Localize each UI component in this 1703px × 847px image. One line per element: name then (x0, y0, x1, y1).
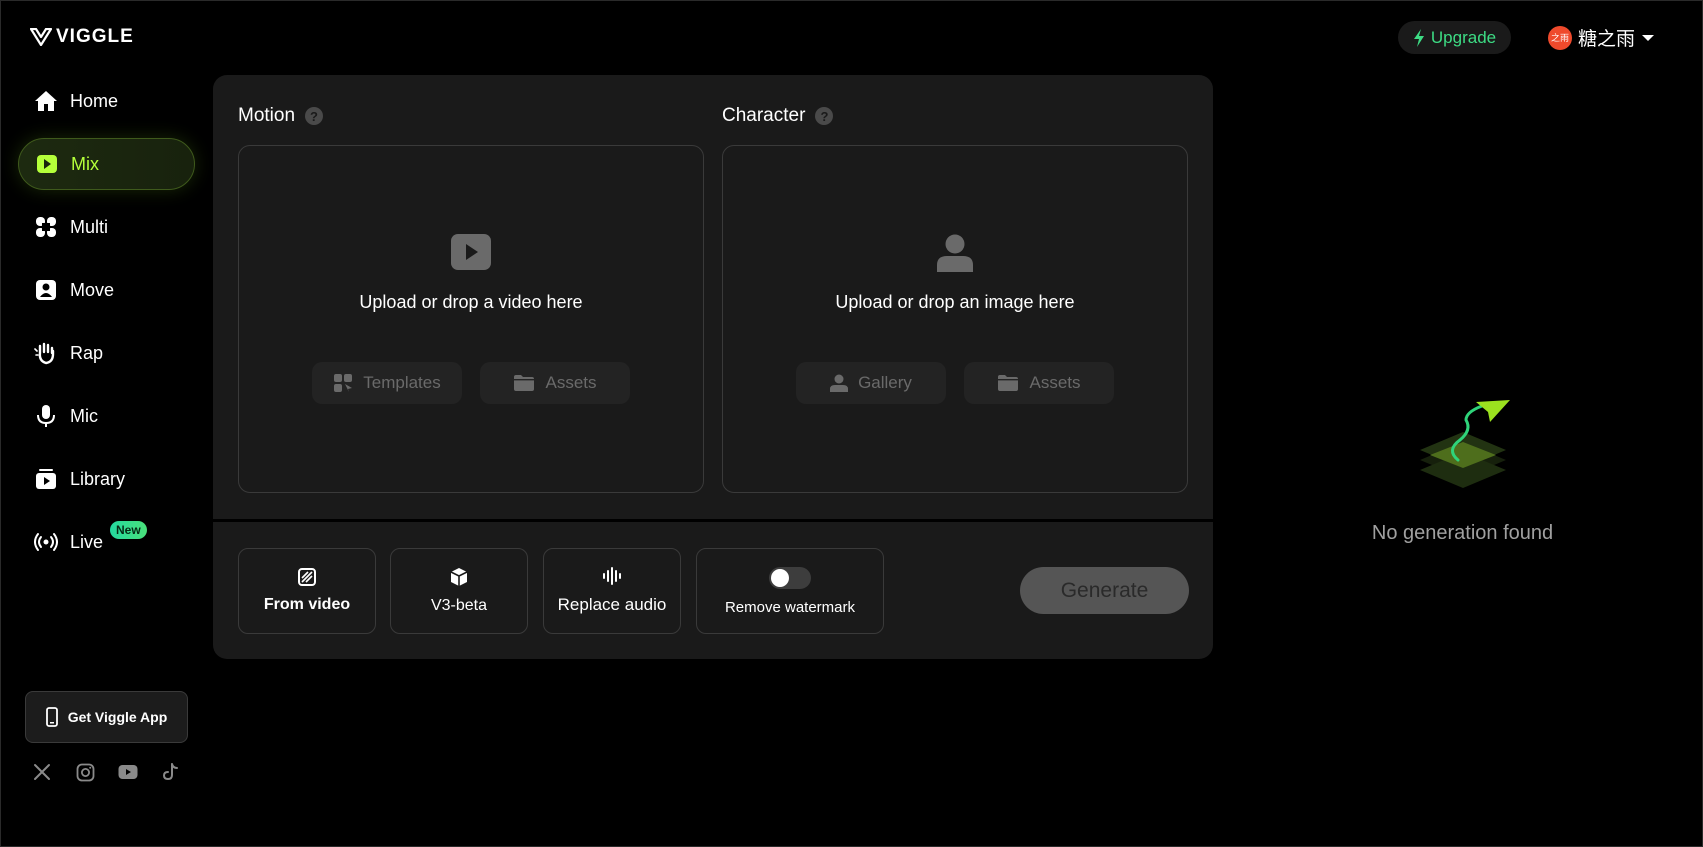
sidebar-item-move[interactable]: Move (18, 264, 195, 316)
sidebar-item-label: Rap (70, 342, 104, 363)
social-links (32, 762, 181, 782)
folder-icon (998, 375, 1019, 391)
play-square-icon (35, 152, 59, 176)
upgrade-button[interactable]: Upgrade (1398, 21, 1511, 54)
brand-name: VIGGLE (56, 26, 134, 47)
sidebar-item-label: Move (70, 279, 115, 300)
character-assets-label: Assets (1029, 373, 1081, 392)
replace-audio-option[interactable]: Replace audio (543, 548, 681, 634)
sidebar-item-label: Live (70, 531, 104, 552)
sidebar-item-label: Mix (71, 153, 99, 174)
tiktok-icon[interactable] (161, 762, 181, 782)
remove-watermark-label: Remove watermark (724, 598, 856, 616)
gallery-button[interactable]: Gallery (796, 362, 946, 404)
viggle-logo[interactable]: VIGGLE (30, 26, 134, 48)
folder-icon (514, 375, 535, 391)
sidebar-item-live[interactable]: Live New (18, 516, 195, 568)
character-upload-text: Upload or drop an image here (835, 292, 1075, 312)
no-generation-text: No generation found (1371, 522, 1554, 544)
user-name: 糖之雨 (1578, 29, 1636, 50)
generate-button[interactable]: Generate (1020, 567, 1189, 614)
motion-help-icon[interactable]: ? (305, 107, 324, 125)
motion-assets-button[interactable]: Assets (480, 362, 630, 404)
character-title: Character ? (722, 105, 834, 127)
mix-panel: Motion ? Character ? Upload or drop a vi… (213, 75, 1213, 659)
motion-dropzone[interactable]: Upload or drop a video here Templates As… (238, 145, 704, 493)
character-assets-button[interactable]: Assets (964, 362, 1114, 404)
library-icon (34, 467, 58, 491)
sidebar-item-label: Mic (70, 405, 98, 426)
character-help-icon[interactable]: ? (815, 107, 834, 125)
hatch-square-icon (298, 568, 316, 586)
from-video-option[interactable]: From video (238, 548, 376, 634)
empty-layers-icon (1419, 400, 1510, 488)
sidebar-nav: Home Mix Multi Move Rap Mic Library Live… (18, 75, 195, 579)
new-badge: New (110, 521, 147, 539)
get-app-button[interactable]: Get Viggle App (25, 691, 188, 743)
templates-label: Templates (363, 373, 441, 392)
sidebar-item-home[interactable]: Home (18, 75, 195, 127)
sidebar-item-mic[interactable]: Mic (18, 390, 195, 442)
templates-icon (334, 374, 353, 392)
lightning-icon (1413, 28, 1424, 47)
sidebar-item-label: Home (70, 90, 119, 111)
upgrade-label: Upgrade (1430, 27, 1497, 47)
broadcast-icon (34, 530, 58, 554)
waveform-icon (603, 567, 621, 585)
caret-down-icon (1642, 34, 1655, 41)
motion-upload-text: Upload or drop a video here (359, 292, 583, 312)
video-upload-icon (451, 234, 491, 275)
templates-button[interactable]: Templates (312, 362, 462, 404)
character-dropzone[interactable]: Upload or drop an image here Gallery Ass… (722, 145, 1188, 493)
motion-assets-label: Assets (545, 373, 597, 392)
remove-watermark-toggle[interactable] (769, 566, 811, 589)
cube-icon (450, 568, 468, 586)
mic-icon (34, 404, 58, 428)
hand-icon (34, 341, 58, 365)
v3-beta-label: V3-beta (430, 597, 488, 614)
person-upload-icon (937, 234, 973, 277)
from-video-label: From video (263, 596, 351, 613)
phone-icon (45, 707, 58, 727)
sidebar-item-label: Library (70, 468, 126, 489)
person-square-icon (34, 278, 58, 302)
viggle-v-icon (30, 28, 52, 46)
v3-beta-option[interactable]: V3-beta (390, 548, 528, 634)
gallery-label: Gallery (858, 373, 912, 392)
sidebar-item-rap[interactable]: Rap (18, 327, 195, 379)
avatar: 之雨 (1548, 25, 1572, 50)
youtube-icon[interactable] (118, 762, 138, 782)
user-menu[interactable]: 之雨 糖之雨 (1548, 24, 1655, 51)
multi-icon (34, 215, 58, 239)
motion-title: Motion ? (238, 105, 324, 127)
home-icon (34, 89, 58, 113)
instagram-icon[interactable] (75, 762, 95, 782)
sidebar-item-mix[interactable]: Mix (18, 138, 195, 190)
x-icon[interactable] (32, 762, 52, 782)
get-app-label: Get Viggle App (67, 709, 168, 725)
motion-title-text: Motion (238, 105, 296, 126)
sidebar-item-library[interactable]: Library (18, 453, 195, 505)
empty-state: No generation found (1330, 398, 1595, 545)
sidebar-item-multi[interactable]: Multi (18, 201, 195, 253)
character-title-text: Character (722, 105, 806, 126)
person-icon (830, 374, 849, 392)
remove-watermark-option[interactable]: Remove watermark (696, 548, 884, 634)
panel-divider (213, 519, 1213, 522)
sidebar-item-label: Multi (70, 216, 109, 237)
replace-audio-label: Replace audio (557, 595, 667, 614)
